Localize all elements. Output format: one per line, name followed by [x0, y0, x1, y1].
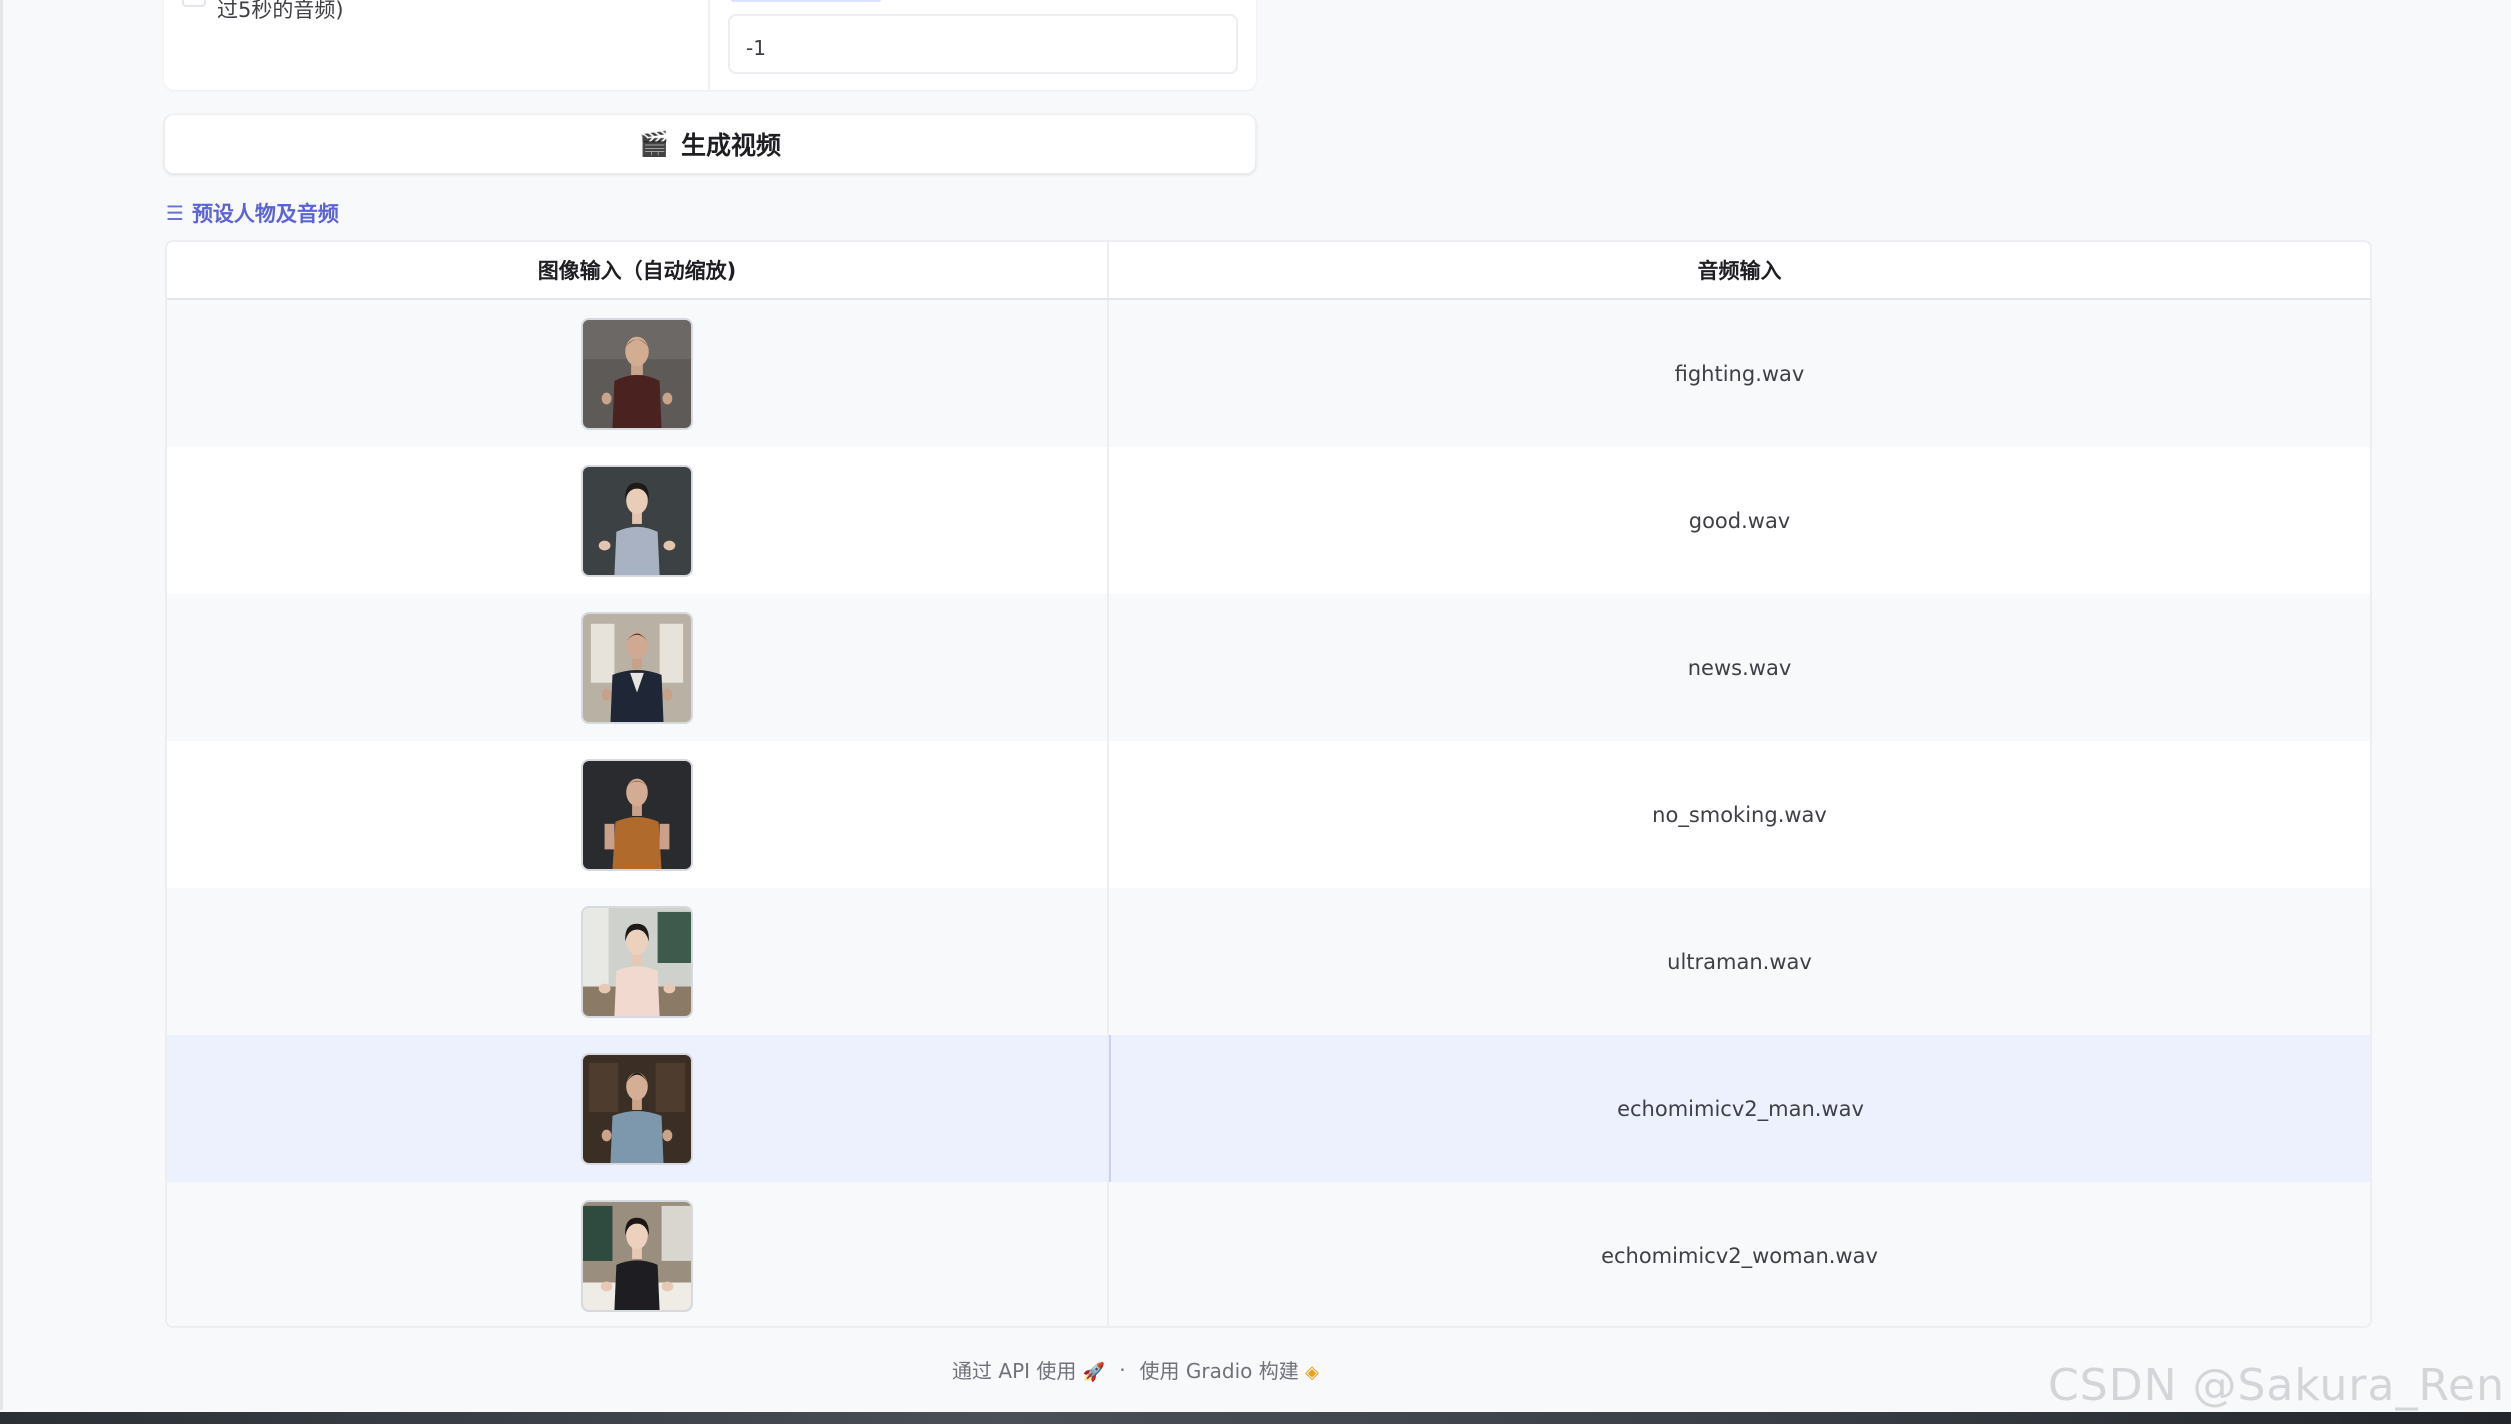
image-cell [167, 300, 1109, 447]
portrait-woman-pink-blouse-classroom-image [583, 907, 691, 1016]
image-cell [167, 1035, 1109, 1182]
portrait-man-orange-vest-image [583, 760, 691, 869]
examples-table: 图像输入（自动缩放) 音频输入 fighting.wav good.wav ne… [165, 240, 2372, 1328]
audio-filename: news.wav [1687, 655, 1792, 680]
api-link[interactable]: 通过 API 使用 🚀 [952, 1355, 1105, 1384]
generate-video-label: 生成视频 [680, 131, 781, 160]
audio-filename: ultraman.wav [1667, 949, 1812, 974]
audio-length-checkbox-label: 过5秒的音频) [217, 0, 344, 22]
image-cell [167, 594, 1109, 741]
clapper-board-icon: 🎬 [639, 130, 669, 158]
footer-separator: · [1119, 1357, 1126, 1382]
example-row[interactable]: news.wav [167, 594, 2370, 741]
audio-cell: news.wav [1109, 594, 2370, 741]
portrait-man-maroon-shirt-image [583, 319, 691, 428]
settings-divider [708, 0, 710, 90]
audio-cell: ultraman.wav [1109, 888, 2370, 1035]
image-cell [167, 888, 1109, 1035]
audio-cell: fighting.wav [1109, 300, 2370, 447]
seed-input[interactable]: -1 [728, 14, 1238, 74]
api-link-label: 通过 API 使用 [952, 1359, 1077, 1383]
example-row[interactable]: no_smoking.wav [167, 741, 2370, 888]
example-thumbnail [581, 611, 693, 724]
list-icon: ☰ [166, 201, 184, 225]
examples-table-body: fighting.wav good.wav news.wav no_smokin… [167, 300, 2370, 1326]
portrait-woman-black-tee-classroom-image [583, 1201, 691, 1310]
gradio-logo-icon: ◈ [1305, 1362, 1319, 1383]
portrait-man-blue-polo-image [583, 1054, 691, 1163]
column-header-audio: 音频输入 [1697, 259, 1782, 283]
example-row[interactable]: echomimicv2_woman.wav [167, 1182, 2370, 1326]
examples-header: ☰ 预设人物及音频 [166, 198, 339, 228]
generate-video-button[interactable]: 🎬 生成视频 [164, 114, 1256, 174]
audio-filename: echomimicv2_man.wav [1617, 1096, 1864, 1121]
image-cell [167, 447, 1109, 594]
image-cell [167, 741, 1109, 888]
audio-filename: no_smoking.wav [1652, 802, 1827, 827]
audio-cell: echomimicv2_woman.wav [1109, 1182, 2370, 1326]
audio-filename: good.wav [1688, 508, 1791, 533]
examples-title: 预设人物及音频 [191, 202, 339, 226]
example-thumbnail [581, 317, 693, 430]
taskbar-strip [0, 1412, 2511, 1424]
watermark: CSDN @Sakura_Ren [2048, 1360, 2505, 1411]
example-thumbnail [581, 905, 693, 1018]
example-thumbnail [581, 1199, 693, 1312]
image-cell [167, 1182, 1109, 1326]
portrait-man-navy-jacket-image [583, 613, 691, 722]
audio-filename: echomimicv2_woman.wav [1601, 1243, 1878, 1268]
footer: 通过 API 使用 🚀 · 使用 Gradio 构建 ◈ [0, 1355, 2391, 1384]
audio-cell: echomimicv2_man.wav [1109, 1035, 2370, 1182]
page-left-border [0, 0, 3, 1410]
audio-cell: good.wav [1109, 447, 2370, 594]
example-thumbnail [581, 464, 693, 577]
audio-filename: fighting.wav [1674, 361, 1805, 386]
example-thumbnail [581, 758, 693, 871]
built-with-label: 使用 Gradio 构建 [1139, 1359, 1299, 1383]
example-row[interactable]: good.wav [167, 447, 2370, 594]
example-row[interactable]: fighting.wav [167, 300, 2370, 447]
example-row[interactable]: echomimicv2_man.wav [167, 1035, 2370, 1182]
examples-table-header: 图像输入（自动缩放) 音频输入 [167, 242, 2370, 300]
portrait-woman-grey-tee-image [583, 466, 691, 575]
rocket-icon: 🚀 [1082, 1362, 1106, 1383]
audio-length-checkbox[interactable] [182, 0, 206, 7]
gradio-link[interactable]: 使用 Gradio 构建 ◈ [1140, 1355, 1319, 1384]
audio-cell: no_smoking.wav [1109, 741, 2370, 888]
slider-track[interactable] [730, 0, 882, 2]
example-thumbnail [581, 1052, 693, 1165]
column-header-image: 图像输入（自动缩放) [167, 242, 1109, 298]
example-row[interactable]: ultraman.wav [167, 888, 2370, 1035]
